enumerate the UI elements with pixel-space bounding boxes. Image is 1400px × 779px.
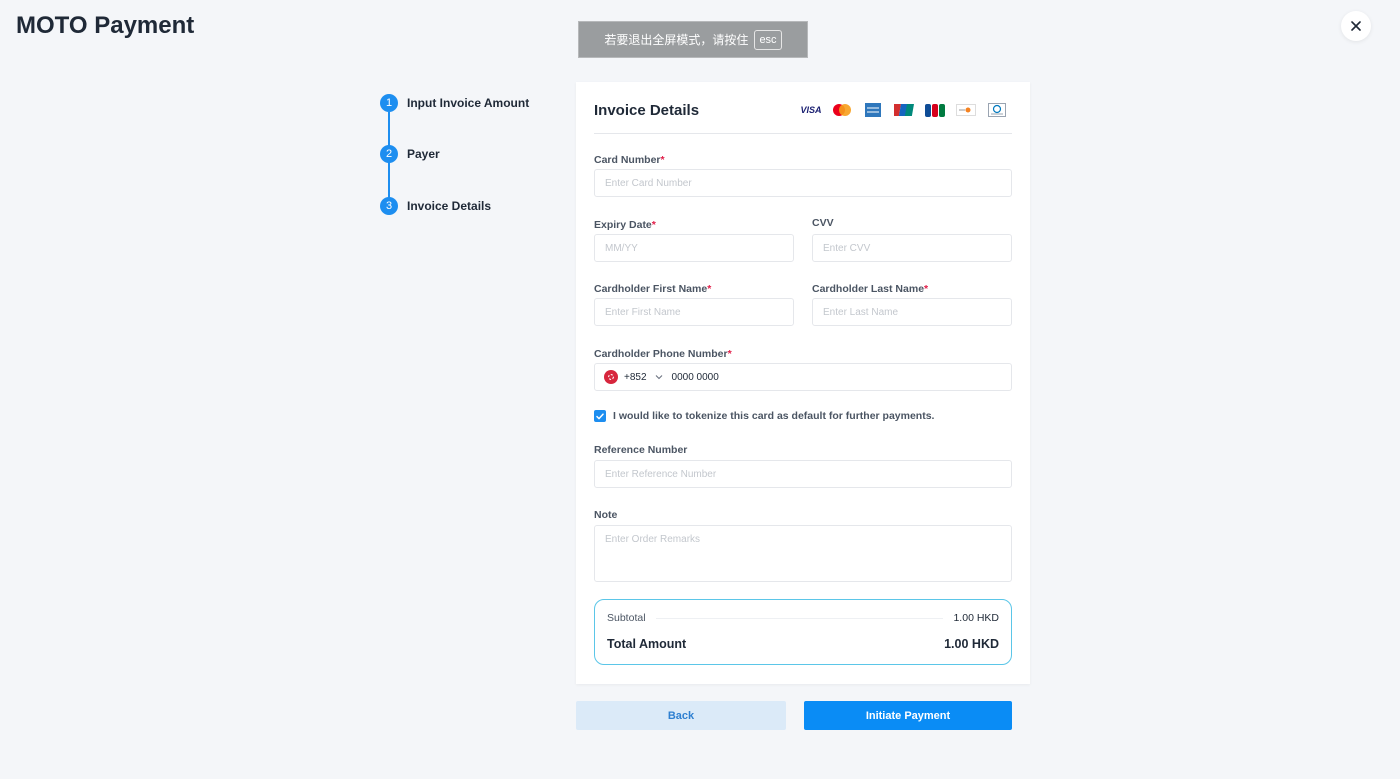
first-name-input[interactable]: Enter First Name xyxy=(594,298,794,326)
cvv-input[interactable]: Enter CVV xyxy=(812,234,1012,262)
expiry-date-label-text: Expiry Date xyxy=(594,219,652,231)
fullscreen-banner-text: 若要退出全屏模式，请按住 xyxy=(604,33,749,47)
phone-field: +852 0000 0000 xyxy=(594,363,1012,391)
tokenize-label: I would like to tokenize this card as de… xyxy=(613,410,935,422)
card-number-input[interactable]: Enter Card Number xyxy=(594,169,1012,197)
unionpay-icon xyxy=(893,103,915,117)
step-label: Payer xyxy=(407,147,440,161)
last-name-label-text: Cardholder Last Name xyxy=(812,283,925,295)
required-mark: * xyxy=(707,283,712,295)
order-summary: Subtotal 1.00 HKD Total Amount 1.00 HKD xyxy=(594,599,1012,665)
step-number: 1 xyxy=(380,94,398,112)
diners-club-icon xyxy=(986,103,1008,117)
total-value: 1.00 HKD xyxy=(944,637,999,651)
country-code[interactable]: +852 xyxy=(624,372,647,383)
required-mark: * xyxy=(924,283,929,295)
phone-label: Cardholder Phone Number* xyxy=(594,348,732,360)
visa-icon: VISA xyxy=(800,103,822,117)
note-textarea[interactable]: Enter Order Remarks xyxy=(594,525,1012,582)
card-header: Invoice Details VISA xyxy=(594,100,1012,134)
total-row: Total Amount 1.00 HKD xyxy=(607,637,999,651)
reference-number-label: Reference Number xyxy=(594,444,688,456)
note-label: Note xyxy=(594,509,618,521)
hong-kong-flag-icon xyxy=(604,370,618,384)
first-name-label: Cardholder First Name* xyxy=(594,283,711,295)
expiry-date-label: Expiry Date* xyxy=(594,219,656,231)
amex-icon xyxy=(862,103,884,117)
step-number: 2 xyxy=(380,145,398,163)
visa-text: VISA xyxy=(800,105,822,115)
reference-number-input[interactable]: Enter Reference Number xyxy=(594,460,1012,488)
initiate-payment-button[interactable]: Initiate Payment xyxy=(804,701,1012,730)
summary-divider xyxy=(655,617,944,619)
cvv-label: CVV xyxy=(812,217,834,229)
subtotal-value: 1.00 HKD xyxy=(953,612,999,624)
card-brands: VISA xyxy=(800,103,1008,117)
back-button[interactable]: Back xyxy=(576,701,786,730)
required-mark: * xyxy=(660,154,665,166)
step-payer[interactable]: 2 Payer xyxy=(380,145,440,163)
esc-key-badge: esc xyxy=(754,29,782,50)
mastercard-icon xyxy=(831,103,853,117)
subtotal-label: Subtotal xyxy=(607,612,646,624)
phone-number-input[interactable]: 0000 0000 xyxy=(672,372,719,383)
card-title: Invoice Details xyxy=(594,102,700,119)
subtotal-row: Subtotal 1.00 HKD xyxy=(607,612,999,624)
checkmark-icon xyxy=(596,412,604,419)
total-label: Total Amount xyxy=(607,637,687,651)
tokenize-checkbox-row[interactable]: I would like to tokenize this card as de… xyxy=(594,410,934,422)
fullscreen-banner: 若要退出全屏模式，请按住 esc xyxy=(578,21,808,58)
step-number: 3 xyxy=(380,197,398,215)
expiry-date-input[interactable]: MM/YY xyxy=(594,234,794,262)
required-mark: * xyxy=(727,348,732,360)
step-label: Invoice Details xyxy=(407,199,492,213)
discover-icon xyxy=(955,103,977,117)
last-name-label: Cardholder Last Name* xyxy=(812,283,928,295)
tokenize-checkbox[interactable] xyxy=(594,410,606,422)
page-title: MOTO Payment xyxy=(16,12,195,39)
last-name-input[interactable]: Enter Last Name xyxy=(812,298,1012,326)
phone-label-text: Cardholder Phone Number xyxy=(594,348,728,360)
step-label: Input Invoice Amount xyxy=(407,96,530,110)
step-input-invoice-amount[interactable]: 1 Input Invoice Amount xyxy=(380,94,529,112)
card-number-label: Card Number* xyxy=(594,154,665,166)
first-name-label-text: Cardholder First Name xyxy=(594,283,708,295)
chevron-down-icon[interactable] xyxy=(655,374,663,380)
card-number-label-text: Card Number xyxy=(594,154,661,166)
required-mark: * xyxy=(651,219,656,231)
step-invoice-details[interactable]: 3 Invoice Details xyxy=(380,197,491,215)
invoice-details-card: Invoice Details VISA Card Number* Enter … xyxy=(576,82,1030,684)
close-icon xyxy=(1351,21,1361,31)
close-button[interactable] xyxy=(1341,11,1371,41)
jcb-icon xyxy=(924,103,946,117)
